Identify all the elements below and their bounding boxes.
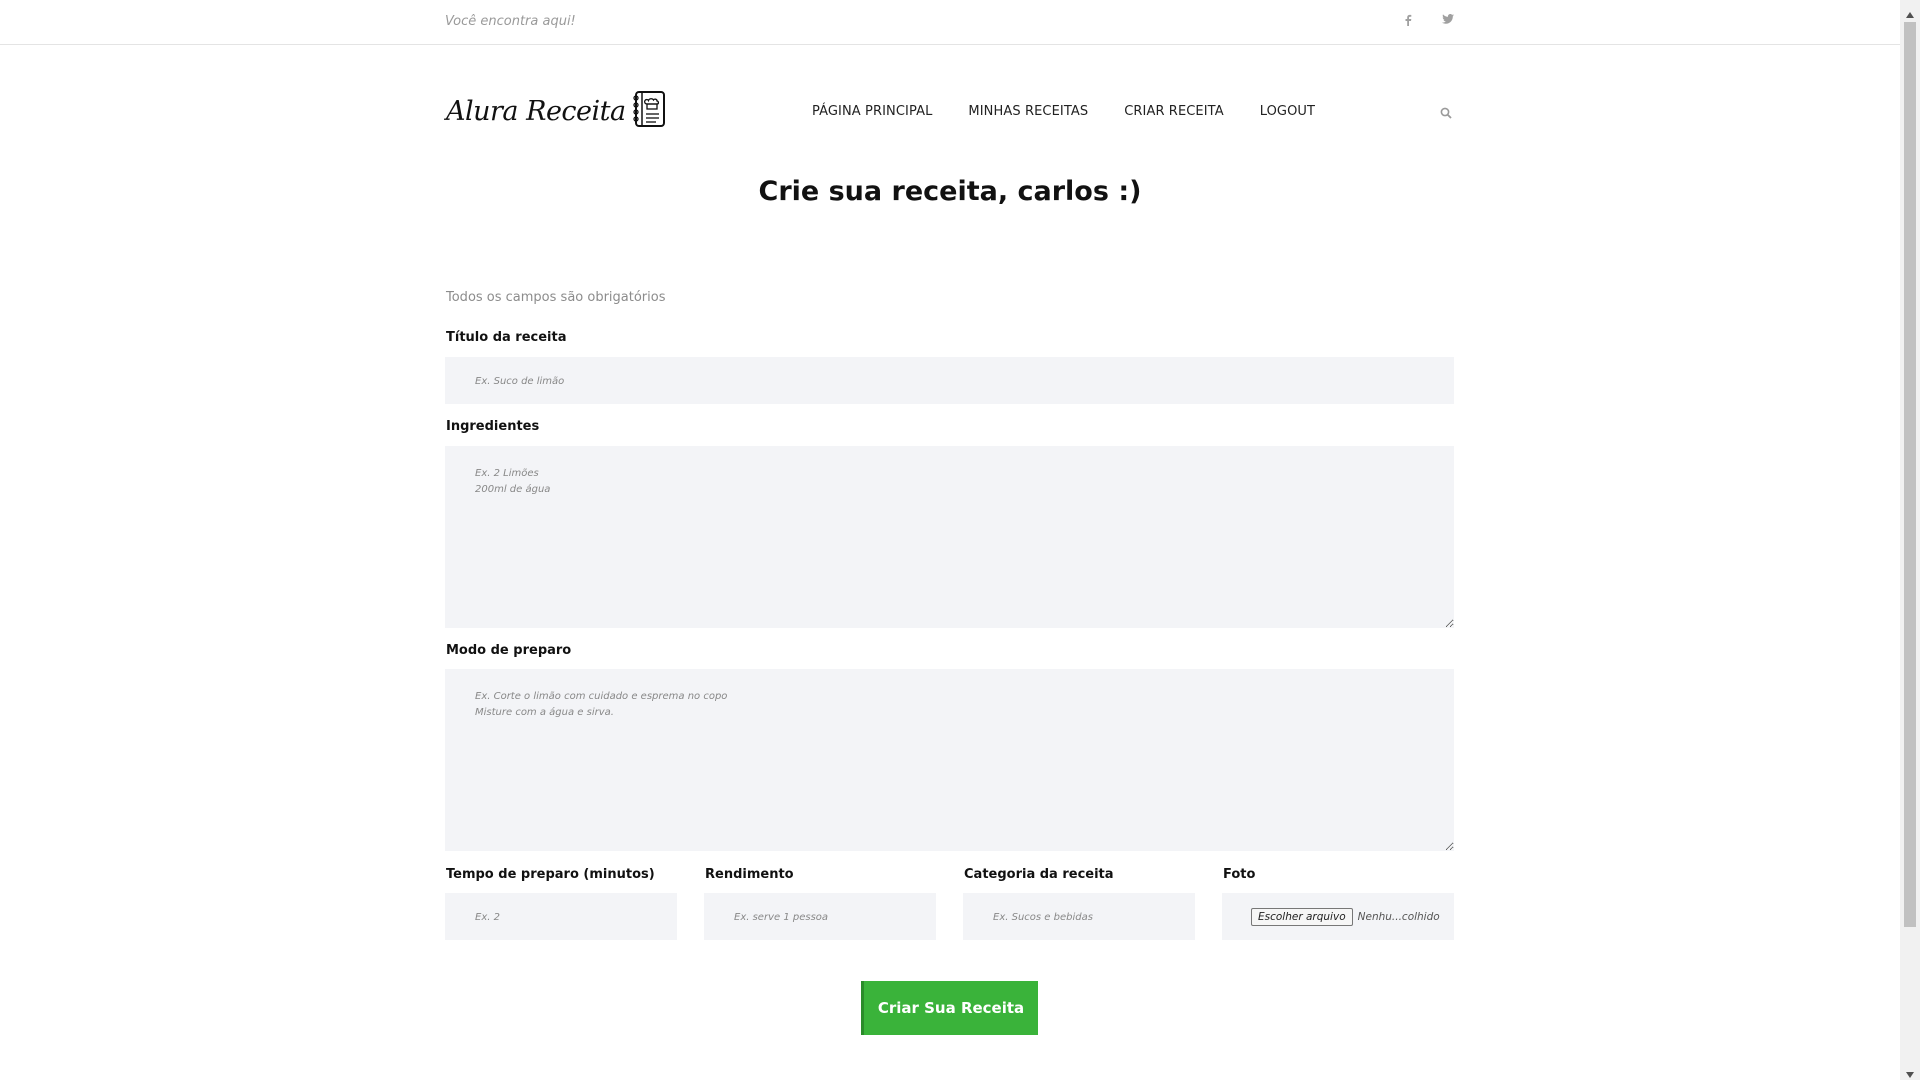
photo-file-input: Escolher arquivo Nenhu...colhido bbox=[1222, 893, 1454, 940]
scroll-up-arrow-icon[interactable] bbox=[1905, 4, 1915, 23]
recipe-title-label: Título da receita bbox=[446, 330, 567, 345]
nav-item-create-recipe[interactable]: CRIAR RECEITA bbox=[1124, 104, 1224, 119]
logo-text: Alura Receita bbox=[446, 95, 626, 127]
page-title: Crie sua receita, carlos :) bbox=[758, 176, 1142, 207]
nav-item-my-recipes[interactable]: MINHAS RECEITAS bbox=[968, 104, 1088, 119]
prep-time-input[interactable] bbox=[445, 893, 677, 940]
site-logo[interactable]: Alura Receita bbox=[446, 90, 668, 132]
preparation-textarea[interactable] bbox=[445, 669, 1454, 851]
top-bar: Você encontra aqui! bbox=[0, 0, 1900, 45]
ingredients-textarea[interactable] bbox=[445, 446, 1454, 628]
category-input[interactable] bbox=[963, 893, 1195, 940]
main-nav: PÁGINA PRINCIPAL MINHAS RECEITAS CRIAR R… bbox=[812, 104, 1351, 119]
recipe-book-icon bbox=[632, 90, 668, 132]
choose-file-button[interactable]: Escolher arquivo bbox=[1251, 907, 1353, 926]
scroll-down-arrow-icon[interactable] bbox=[1905, 1064, 1915, 1083]
yield-label: Rendimento bbox=[705, 867, 794, 882]
recipe-title-input[interactable] bbox=[445, 357, 1454, 404]
photo-label: Foto bbox=[1223, 867, 1256, 882]
facebook-icon[interactable] bbox=[1404, 14, 1412, 26]
create-recipe-button[interactable]: Criar Sua Receita bbox=[861, 981, 1038, 1035]
required-fields-hint: Todos os campos são obrigatórios bbox=[446, 290, 666, 305]
nav-item-home[interactable]: PÁGINA PRINCIPAL bbox=[812, 104, 932, 119]
tagline: Você encontra aqui! bbox=[445, 14, 576, 29]
twitter-icon[interactable] bbox=[1442, 14, 1454, 24]
yield-input[interactable] bbox=[704, 893, 936, 940]
prep-time-label: Tempo de preparo (minutos) bbox=[446, 867, 655, 882]
ingredients-label: Ingredientes bbox=[446, 419, 540, 434]
category-label: Categoria da receita bbox=[964, 867, 1114, 882]
nav-item-logout[interactable]: LOGOUT bbox=[1260, 104, 1315, 119]
scrollbar-thumb[interactable] bbox=[1904, 22, 1916, 927]
file-status-text: Nenhu...colhido bbox=[1357, 910, 1440, 923]
search-icon[interactable] bbox=[1440, 104, 1452, 123]
preparation-label: Modo de preparo bbox=[446, 643, 572, 658]
